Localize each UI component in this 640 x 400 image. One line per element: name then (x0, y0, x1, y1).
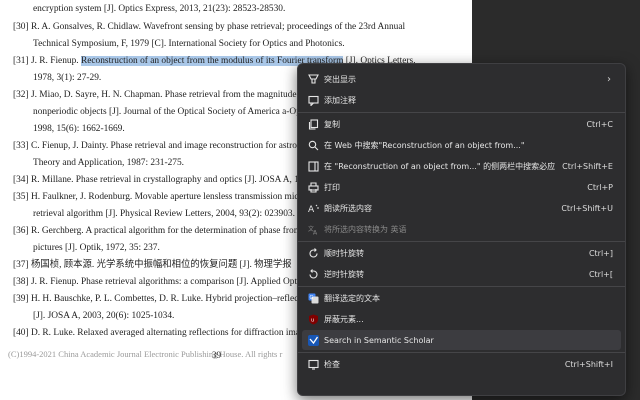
menu-separator (298, 241, 625, 242)
menu-item-copy[interactable]: 复制 Ctrl+C (302, 114, 621, 134)
reference-text: [31] J. R. Fienup. (13, 56, 81, 66)
menu-item-rotate-cw[interactable]: 顺时针旋转 Ctrl+] (302, 243, 621, 263)
google-translate-icon: G (302, 293, 324, 304)
menu-item-translate-text[interactable]: G 翻译选定的文本 (302, 288, 621, 308)
menu-item-label: 打印 (324, 182, 340, 192)
reference-line: [30] R. A. Gonsalves, R. Chidlaw. Wavefr… (13, 22, 406, 32)
menu-item-shortcut: Ctrl+Shift+U (561, 203, 613, 213)
menu-item-label: 顺时针旋转 (324, 248, 364, 258)
page-number: 39 (212, 350, 221, 360)
menu-item-label: 检查 (324, 359, 340, 369)
menu-item-label: 逆时针旋转 (324, 269, 364, 279)
menu-item-label: 复制 (324, 119, 340, 129)
svg-text:u: u (311, 317, 314, 323)
menu-item-label: 突出显示 (324, 74, 356, 84)
menu-item-label: 在 Web 中搜索"Reconstruction of an object fr… (324, 140, 525, 150)
menu-item-shortcut: Ctrl+Shift+E (562, 161, 613, 171)
menu-item-sidebar-search[interactable]: 在 "Reconstruction of an object from..." … (302, 156, 621, 176)
menu-item-shortcut: Ctrl+[ (588, 269, 613, 279)
svg-text:G: G (309, 295, 313, 301)
menu-item-translate-selection: 文 A 将所选内容转换为 英语 (302, 219, 621, 239)
menu-item-shortcut: Ctrl+] (588, 248, 613, 258)
rotate-counterclockwise-icon (302, 268, 324, 280)
svg-text:A: A (313, 229, 318, 235)
menu-item-highlight[interactable]: 突出显示 › (302, 69, 621, 89)
rotate-clockwise-icon (302, 247, 324, 259)
chevron-right-icon: › (607, 73, 611, 85)
ublock-icon: u (302, 314, 324, 325)
menu-item-block-element[interactable]: u 屏蔽元素... (302, 309, 621, 329)
reference-line: encryption system [J]. Optics Express, 2… (33, 4, 286, 14)
read-aloud-icon: A (302, 203, 324, 214)
menu-item-print[interactable]: 打印 Ctrl+P (302, 177, 621, 197)
print-icon (302, 181, 324, 193)
menu-item-shortcut: Ctrl+Shift+I (564, 359, 613, 369)
menu-separator (298, 286, 625, 287)
menu-item-rotate-ccw[interactable]: 逆时针旋转 Ctrl+[ (302, 264, 621, 284)
menu-separator (298, 112, 625, 113)
menu-item-add-comment[interactable]: 添加注释 (302, 90, 621, 110)
menu-item-shortcut: Ctrl+P (587, 182, 613, 192)
menu-item-shortcut: Ctrl+C (586, 119, 613, 129)
comment-icon (302, 95, 324, 106)
menu-item-label: 屏蔽元素... (324, 314, 364, 324)
menu-item-semantic-scholar[interactable]: Search in Semantic Scholar (302, 330, 621, 350)
semantic-scholar-icon (302, 334, 324, 346)
reference-line: Technical Symposium, F, 1979 [C]. Intern… (33, 39, 345, 49)
translate-icon: 文A (302, 224, 324, 235)
menu-item-label: 在 "Reconstruction of an object from..." … (324, 161, 556, 171)
menu-item-inspect[interactable]: 检查 Ctrl+Shift+I (302, 354, 621, 374)
search-icon (302, 140, 324, 151)
inspect-icon (302, 359, 324, 370)
menu-item-web-search[interactable]: 在 Web 中搜索"Reconstruction of an object fr… (302, 135, 621, 155)
context-menu: 突出显示 › 添加注释复制 Ctrl+C 在 Web 中搜索"Reconstructio… (297, 63, 626, 396)
highlighter-icon (302, 73, 324, 85)
menu-item-label: 朗读所选内容 (324, 203, 372, 213)
menu-item-label: 翻译选定的文本 (324, 293, 380, 303)
menu-item-label: Search in Semantic Scholar (324, 335, 434, 345)
svg-text:A: A (308, 205, 315, 214)
menu-item-label: 将所选内容转换为 英语 (324, 224, 407, 234)
copyright-footer: (C)1994-2021 China Academic Journal Elec… (8, 349, 283, 359)
menu-item-label: 添加注释 (324, 95, 356, 105)
sidebar-search-icon (302, 160, 324, 172)
menu-separator (298, 352, 625, 353)
menu-item-read-aloud[interactable]: A 朗读所选内容 Ctrl+Shift+U (302, 198, 621, 218)
copy-icon (302, 118, 324, 130)
